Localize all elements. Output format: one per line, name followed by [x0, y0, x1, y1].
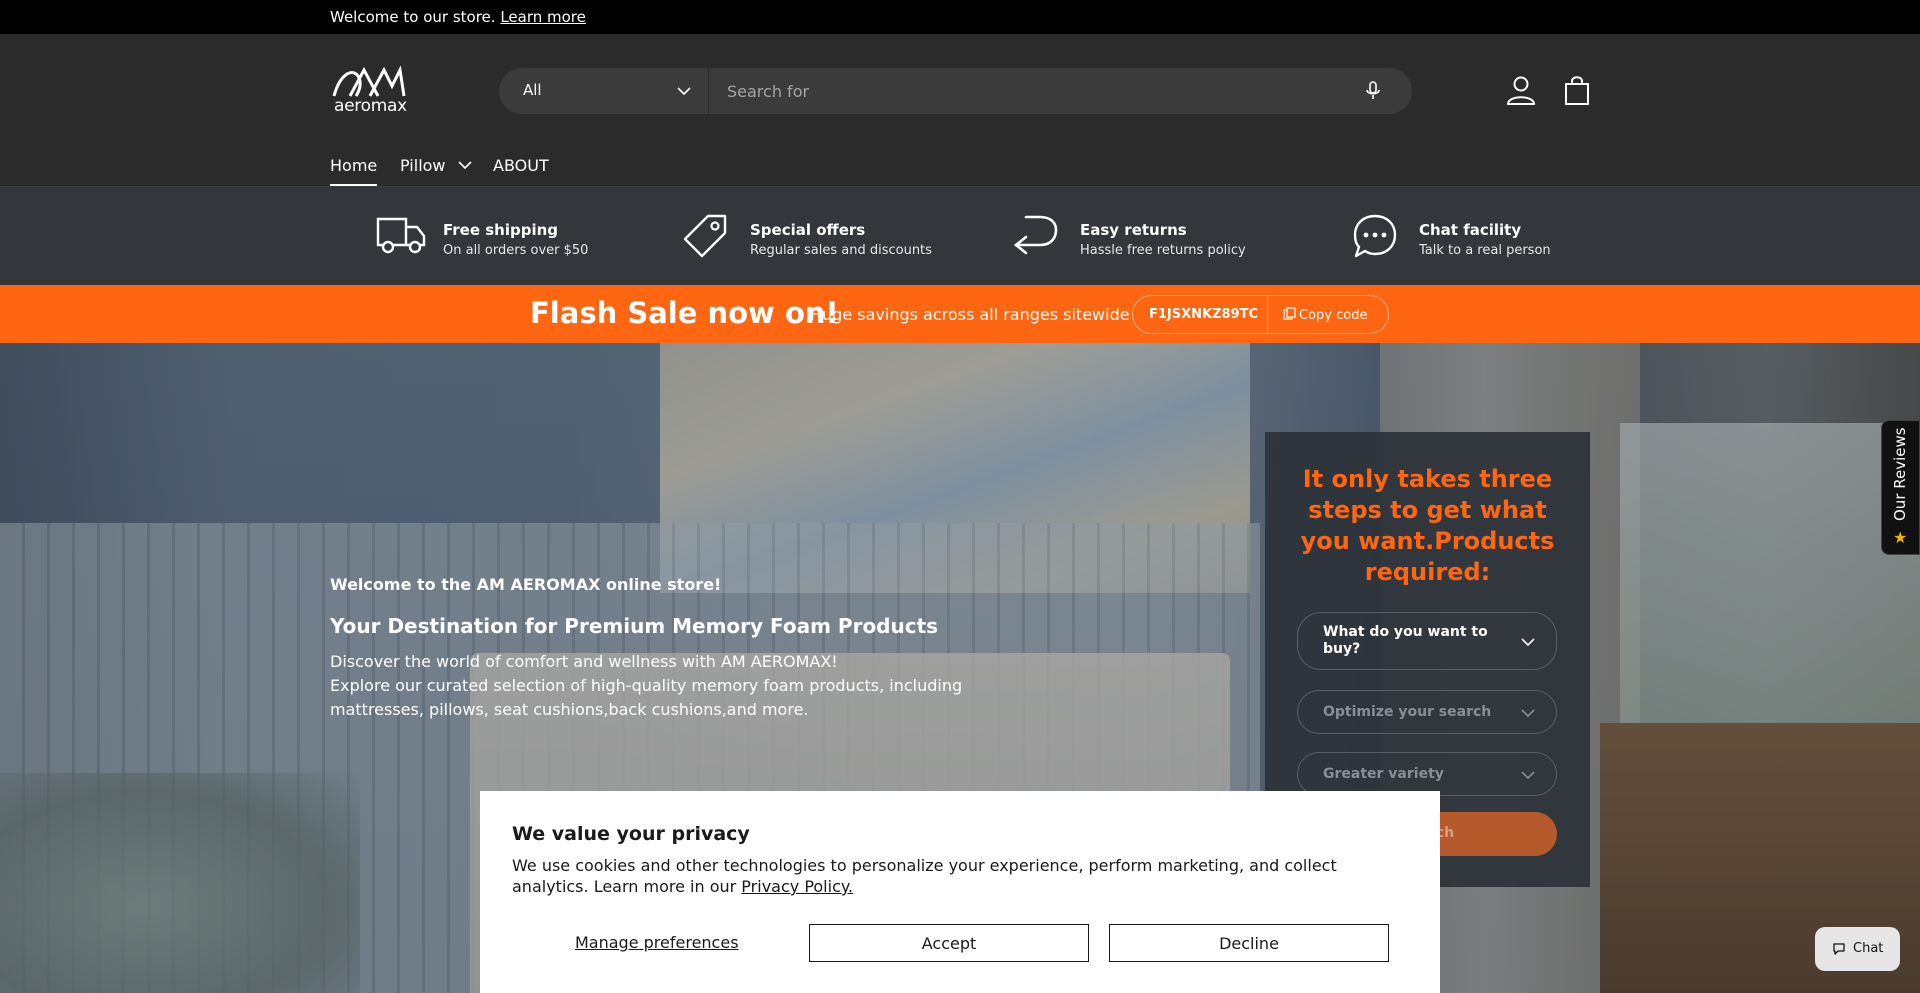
coupon-divider: [1267, 296, 1268, 333]
flash-sale-headline: Flash Sale now on!: [530, 296, 839, 330]
cart-icon[interactable]: [1563, 74, 1591, 106]
announcement-bar: Welcome to our store. Learn more: [0, 0, 1920, 34]
finder-select-optimize[interactable]: Optimize your search: [1297, 690, 1557, 734]
nav-item-home[interactable]: Home: [330, 156, 378, 186]
hero-body-line-1: Discover the world of comfort and wellne…: [330, 652, 838, 671]
feature-subtitle: Talk to a real person: [1419, 243, 1551, 258]
chevron-down-icon: [677, 87, 691, 96]
chevron-down-icon: [1521, 709, 1535, 718]
features-strip: Free shipping On all orders over $50 Spe…: [0, 187, 1920, 285]
site-header: aeromax All Home Pillow ABOUT: [0, 34, 1920, 187]
chevron-down-icon: [1521, 771, 1535, 780]
cookie-description-text: We use cookies and other technologies to…: [512, 856, 1337, 896]
decline-button[interactable]: Decline: [1109, 924, 1389, 962]
feature-subtitle: Hassle free returns policy: [1080, 243, 1246, 258]
our-reviews-tab[interactable]: Our Reviews ★: [1881, 420, 1920, 555]
finder-select-product[interactable]: What do you want to buy?: [1297, 612, 1557, 670]
hero-body: Discover the world of comfort and wellne…: [330, 650, 970, 722]
search-category-value: All: [523, 81, 542, 99]
feature-subtitle: Regular sales and discounts: [750, 243, 932, 258]
logo-mark-icon: [332, 65, 406, 97]
flash-sale-subline: Huge savings across all ranges sitewide: [810, 305, 1130, 324]
privacy-policy-link[interactable]: Privacy Policy.: [741, 877, 853, 896]
chat-icon: [1833, 943, 1845, 955]
finder-select-variety-value: Greater variety: [1323, 766, 1444, 782]
accept-button[interactable]: Accept: [809, 924, 1089, 962]
hero-kicker: Welcome to the AM AEROMAX online store!: [330, 575, 722, 594]
finder-question: It only takes three steps to get what yo…: [1300, 465, 1555, 586]
truck-icon: [376, 217, 426, 254]
feature-title: Easy returns: [1080, 221, 1187, 239]
account-icon[interactable]: [1505, 74, 1537, 106]
logo-text: aeromax: [334, 96, 407, 116]
chat-widget-button[interactable]: Chat: [1815, 927, 1900, 971]
feature-title: Free shipping: [443, 221, 559, 239]
search-category-select[interactable]: All: [499, 68, 709, 114]
cookie-description: We use cookies and other technologies to…: [512, 855, 1412, 897]
finder-select-variety[interactable]: Greater variety: [1297, 752, 1557, 796]
search-input[interactable]: [711, 68, 1341, 114]
nav-pillow-label: Pillow: [400, 156, 446, 175]
nav-item-pillow[interactable]: Pillow: [400, 156, 473, 175]
announcement-message: Welcome to our store.: [330, 8, 496, 26]
chevron-down-icon: [1521, 638, 1535, 647]
coupon-code: F1JSXNKZ89TC: [1149, 307, 1259, 322]
hero-body-line-2: Explore our curated selection of high-qu…: [330, 676, 963, 719]
cookie-consent-banner: We value your privacy We use cookies and…: [480, 791, 1440, 993]
finder-select-product-value: What do you want to buy?: [1323, 624, 1488, 657]
star-icon: ★: [1893, 528, 1908, 547]
copy-code-button[interactable]: Copy code: [1283, 307, 1367, 323]
manage-preferences-link[interactable]: Manage preferences: [575, 933, 739, 952]
search-bar: All: [499, 68, 1412, 114]
hero-heading: Your Destination for Premium Memory Foam…: [330, 614, 939, 638]
coupon-box: F1JSXNKZ89TC Copy code: [1132, 295, 1389, 334]
copy-code-label: Copy code: [1299, 308, 1368, 323]
feature-title: Special offers: [750, 221, 866, 239]
nav-about-label: ABOUT: [493, 156, 549, 175]
finder-select-optimize-value: Optimize your search: [1323, 704, 1492, 720]
cookie-title: We value your privacy: [512, 823, 750, 845]
logo[interactable]: aeromax: [330, 65, 410, 116]
copy-icon: [1283, 307, 1296, 320]
flash-sale-bar: Flash Sale now on! Huge savings across a…: [0, 285, 1920, 343]
chat-label: Chat: [1853, 941, 1884, 956]
return-arrow-icon: [1013, 215, 1058, 255]
feature-title: Chat facility: [1419, 221, 1522, 239]
tag-icon: [683, 214, 727, 258]
nav-item-about[interactable]: ABOUT: [493, 156, 549, 175]
reviews-tab-label: Our Reviews: [1891, 427, 1909, 521]
nav-home-label: Home: [330, 156, 378, 175]
announcement-text: Welcome to our store. Learn more: [330, 8, 586, 26]
microphone-icon[interactable]: [1362, 80, 1384, 102]
learn-more-link[interactable]: Learn more: [500, 8, 586, 26]
chat-bubble-icon: [1353, 214, 1397, 258]
chevron-down-icon: [458, 161, 472, 170]
feature-subtitle: On all orders over $50: [443, 243, 589, 258]
hero-text: Welcome to the AM AEROMAX online store! …: [330, 575, 970, 722]
